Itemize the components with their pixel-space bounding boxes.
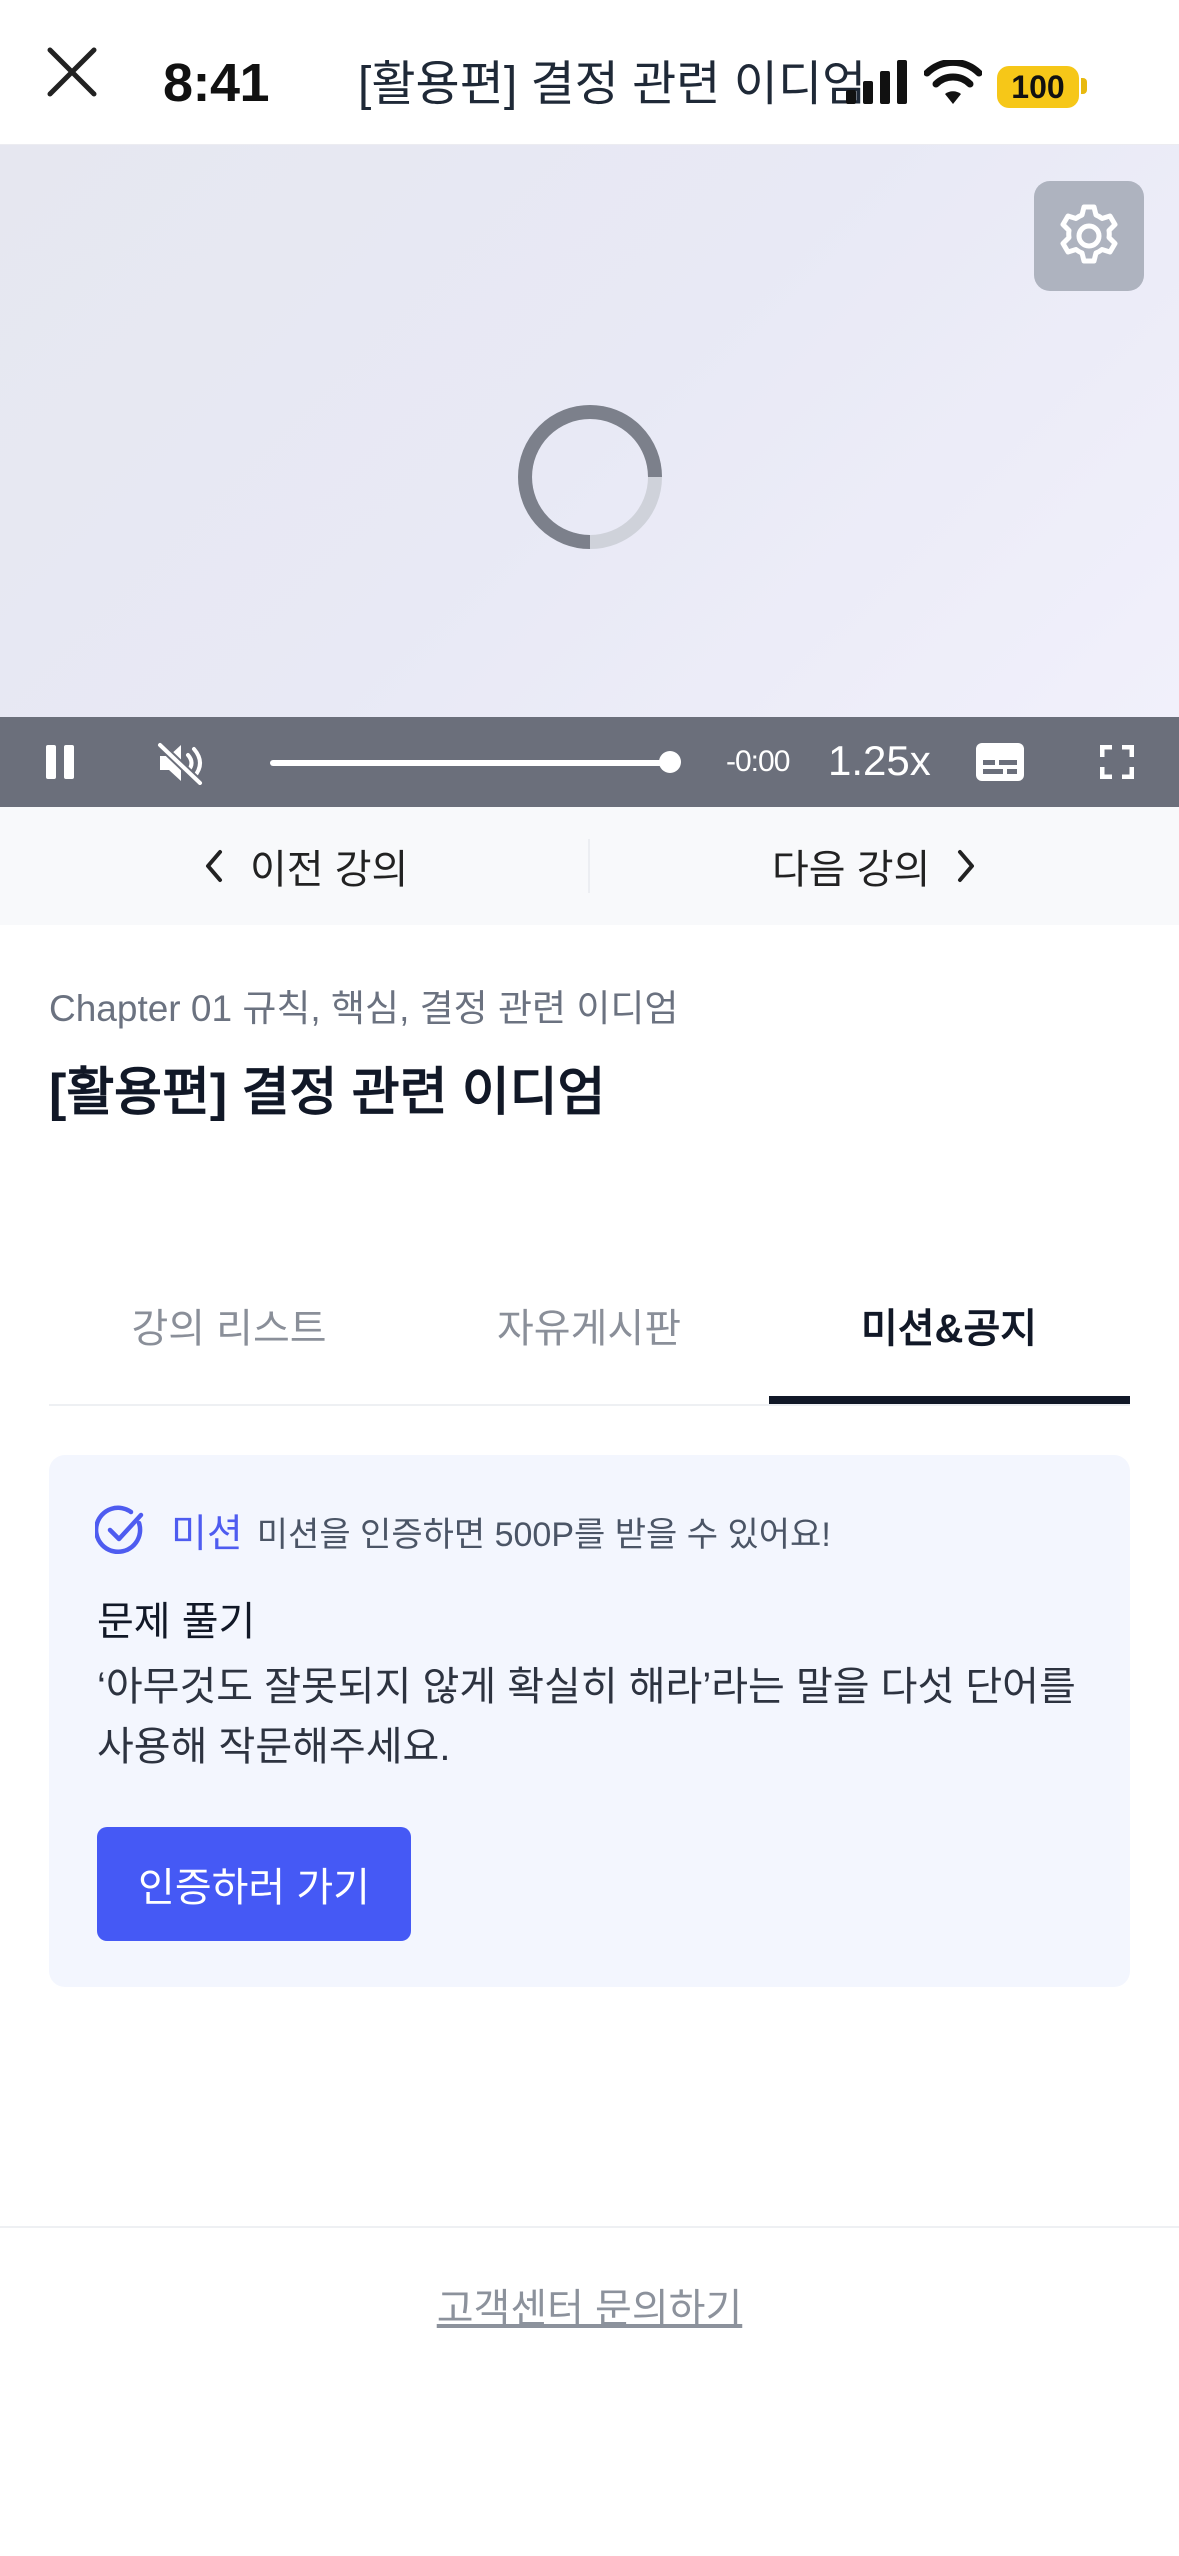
close-button[interactable]	[38, 38, 106, 106]
pause-icon-bar	[64, 745, 74, 779]
playback-speed-button[interactable]: 1.25x	[828, 737, 931, 785]
lecture-navigation: 이전 강의 다음 강의	[0, 807, 1179, 925]
progress-handle[interactable]	[659, 751, 681, 773]
mission-header: 미션 미션을 인증하면 500P를 받을 수 있어요!	[95, 1503, 831, 1559]
fullscreen-icon[interactable]	[1100, 745, 1134, 779]
subtitles-icon[interactable]	[976, 743, 1024, 781]
chevron-right-icon	[958, 850, 975, 882]
mute-icon[interactable]	[156, 741, 204, 785]
lecture-title: [활용편] 결정 관련 이디엄	[49, 1064, 606, 1122]
tab-free-board[interactable]: 자유게시판	[409, 1270, 769, 1406]
progress-bar[interactable]	[270, 760, 670, 766]
mission-description: 미션을 인증하면 500P를 받을 수 있어요!	[256, 1515, 831, 1554]
app-root: 8:41 [활용편] 결정 관련 이디엄 100 -0:00 1.25x 이전 …	[0, 0, 1179, 2556]
problem-title: 문제 풀기	[97, 1600, 256, 1644]
loading-spinner-icon	[518, 404, 662, 549]
pause-icon	[46, 745, 56, 779]
prev-lecture-button[interactable]: 이전 강의	[200, 835, 408, 897]
gear-icon	[1060, 204, 1118, 264]
chapter-label: Chapter 01 규칙, 핵심, 결정 관련 이디엄	[49, 988, 679, 1029]
mission-card: 미션 미션을 인증하면 500P를 받을 수 있어요! 문제 풀기 ‘아무것도 …	[49, 1455, 1130, 1987]
battery-indicator: 100	[997, 66, 1079, 108]
check-circle-icon	[95, 1505, 144, 1555]
tab-lecture-list[interactable]: 강의 리스트	[49, 1270, 409, 1406]
wifi-icon	[924, 60, 982, 104]
prev-lecture-label: 이전 강의	[250, 848, 409, 892]
customer-support-link[interactable]: 고객센터 문의하기	[0, 2276, 1179, 2334]
footer-divider	[0, 2226, 1179, 2228]
video-player[interactable]	[0, 144, 1179, 717]
close-icon	[47, 47, 97, 97]
mission-label: 미션	[171, 1513, 243, 1556]
battery-level: 100	[1011, 68, 1065, 105]
page-title: [활용편] 결정 관련 이디엄	[358, 58, 867, 111]
verify-mission-button[interactable]: 인증하러 가기	[97, 1827, 411, 1941]
settings-button[interactable]	[1034, 181, 1144, 291]
chevron-left-icon	[206, 850, 222, 882]
player-controls: -0:00 1.25x	[0, 717, 1179, 807]
tab-bar: 강의 리스트 자유게시판 미션&공지	[49, 1270, 1130, 1406]
pause-button[interactable]	[44, 745, 76, 779]
top-bar: 8:41 [활용편] 결정 관련 이디엄 100	[0, 0, 1179, 144]
problem-text: ‘아무것도 잘못되지 않게 확실히 해라’라는 말을 다섯 단어를 사용해 작문…	[97, 1665, 1076, 1769]
nav-divider	[588, 839, 590, 893]
tab-mission-notice[interactable]: 미션&공지	[769, 1270, 1129, 1406]
active-tab-indicator	[769, 1396, 1130, 1404]
cellular-signal-icon	[846, 60, 907, 104]
battery-tip	[1081, 78, 1087, 94]
next-lecture-label: 다음 강의	[772, 848, 931, 892]
remaining-time: -0:00	[726, 745, 790, 778]
next-lecture-button[interactable]: 다음 강의	[772, 835, 980, 897]
status-time: 8:41	[163, 53, 270, 113]
